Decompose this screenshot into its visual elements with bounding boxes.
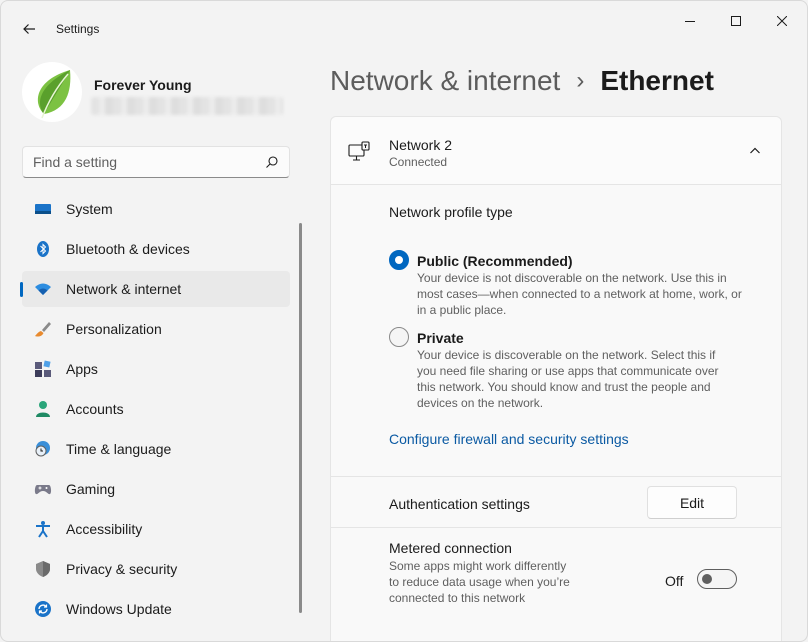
sidebar-item-privacy-security[interactable]: Privacy & security xyxy=(22,551,290,587)
sidebar-scrollbar[interactable] xyxy=(299,223,302,613)
sidebar-item-label: Accounts xyxy=(66,401,124,417)
maximize-button[interactable] xyxy=(713,7,759,35)
search-icon[interactable] xyxy=(265,155,279,169)
update-icon xyxy=(34,600,52,618)
sidebar-item-windows-update[interactable]: Windows Update xyxy=(22,591,290,627)
minimize-button[interactable] xyxy=(667,7,713,35)
toggle-knob xyxy=(702,574,712,584)
sidebar-item-label: Accessibility xyxy=(66,521,143,537)
metered-connection-description: Some apps might work differently to redu… xyxy=(389,559,570,605)
title-bar: Settings xyxy=(1,1,807,41)
divider xyxy=(331,476,781,477)
sidebar-item-label: Personalization xyxy=(66,321,162,337)
private-option-description: Your device is discoverable on the netwo… xyxy=(417,348,719,410)
public-option-description: Your device is not discoverable on the n… xyxy=(417,271,742,317)
profile-email-redacted xyxy=(91,97,283,115)
app-title: Settings xyxy=(56,22,100,36)
edit-button[interactable]: Edit xyxy=(647,486,737,519)
metered-toggle-state: Off xyxy=(665,573,684,589)
firewall-settings-link[interactable]: Configure firewall and security settings xyxy=(389,431,629,447)
wifi-icon xyxy=(34,280,52,298)
shield-icon xyxy=(34,560,52,578)
sidebar-item-network[interactable]: Network & internet xyxy=(20,271,290,307)
sidebar-item-label: Windows Update xyxy=(66,601,172,617)
avatar[interactable] xyxy=(22,62,82,122)
profile-type-label: Network profile type xyxy=(389,204,513,220)
sidebar-item-bluetooth[interactable]: Bluetooth & devices xyxy=(22,231,290,267)
sidebar-item-label: Apps xyxy=(66,361,98,377)
page-title: Ethernet xyxy=(600,65,714,96)
search-input[interactable] xyxy=(33,154,253,170)
breadcrumb: Network & internet › Ethernet xyxy=(330,61,714,101)
sidebar-item-label: Gaming xyxy=(66,481,116,497)
metered-toggle[interactable] xyxy=(697,569,737,589)
accessibility-icon xyxy=(34,520,52,538)
brush-icon xyxy=(34,320,52,338)
profile-name: Forever Young xyxy=(94,77,192,93)
settings-window: Settings Forever Young Find a setting Sy… xyxy=(0,0,808,642)
sidebar-item-label: Network & internet xyxy=(66,281,182,297)
private-radio[interactable] xyxy=(389,327,409,347)
close-icon xyxy=(777,16,787,26)
gamepad-icon xyxy=(34,480,52,498)
public-option-title[interactable]: Public (Recommended) xyxy=(417,253,573,269)
network-name: Network 2 xyxy=(389,137,453,153)
person-icon xyxy=(34,400,52,418)
search-box[interactable] xyxy=(22,146,290,178)
monitor-icon xyxy=(34,200,52,218)
sidebar-item-personalization[interactable]: Personalization xyxy=(22,311,290,347)
sidebar-item-label: Bluetooth & devices xyxy=(66,241,190,257)
selection-indicator xyxy=(20,282,23,297)
sidebar-item-time-language[interactable]: Time & language xyxy=(22,431,290,467)
collapse-button[interactable] xyxy=(743,139,767,163)
private-option-title[interactable]: Private xyxy=(417,330,464,346)
back-button[interactable] xyxy=(15,15,43,43)
minimize-icon xyxy=(685,21,695,22)
network-status: Connected xyxy=(389,155,448,169)
sidebar-item-system[interactable]: System xyxy=(22,191,290,227)
sidebar-nav: System Bluetooth & devices Network & int… xyxy=(20,191,290,631)
divider xyxy=(331,527,781,528)
globe-clock-icon xyxy=(34,440,52,458)
back-arrow-icon xyxy=(23,24,35,34)
network-card-header[interactable]: Network 2 Connected xyxy=(331,117,781,185)
sidebar-item-label: Privacy & security xyxy=(66,561,178,577)
sidebar-item-gaming[interactable]: Gaming xyxy=(22,471,290,507)
maximize-icon xyxy=(731,16,741,26)
sidebar-item-label: System xyxy=(66,201,113,217)
public-radio[interactable] xyxy=(389,250,409,270)
chevron-up-icon xyxy=(750,147,760,154)
sidebar-item-label: Time & language xyxy=(66,441,172,457)
breadcrumb-parent[interactable]: Network & internet xyxy=(330,65,560,97)
close-button[interactable] xyxy=(759,7,805,35)
authentication-label: Authentication settings xyxy=(389,496,530,512)
sidebar-item-apps[interactable]: Apps xyxy=(22,351,290,387)
sidebar-item-accounts[interactable]: Accounts xyxy=(22,391,290,427)
network-card: Network 2 Connected Network profile type… xyxy=(330,116,782,641)
bluetooth-icon xyxy=(34,240,52,258)
leaf-icon xyxy=(37,70,71,119)
metered-connection-label: Metered connection xyxy=(389,540,512,556)
ethernet-pc-icon xyxy=(348,141,370,161)
breadcrumb-separator: › xyxy=(576,67,585,94)
sidebar-item-accessibility[interactable]: Accessibility xyxy=(22,511,290,547)
apps-icon xyxy=(34,360,52,378)
